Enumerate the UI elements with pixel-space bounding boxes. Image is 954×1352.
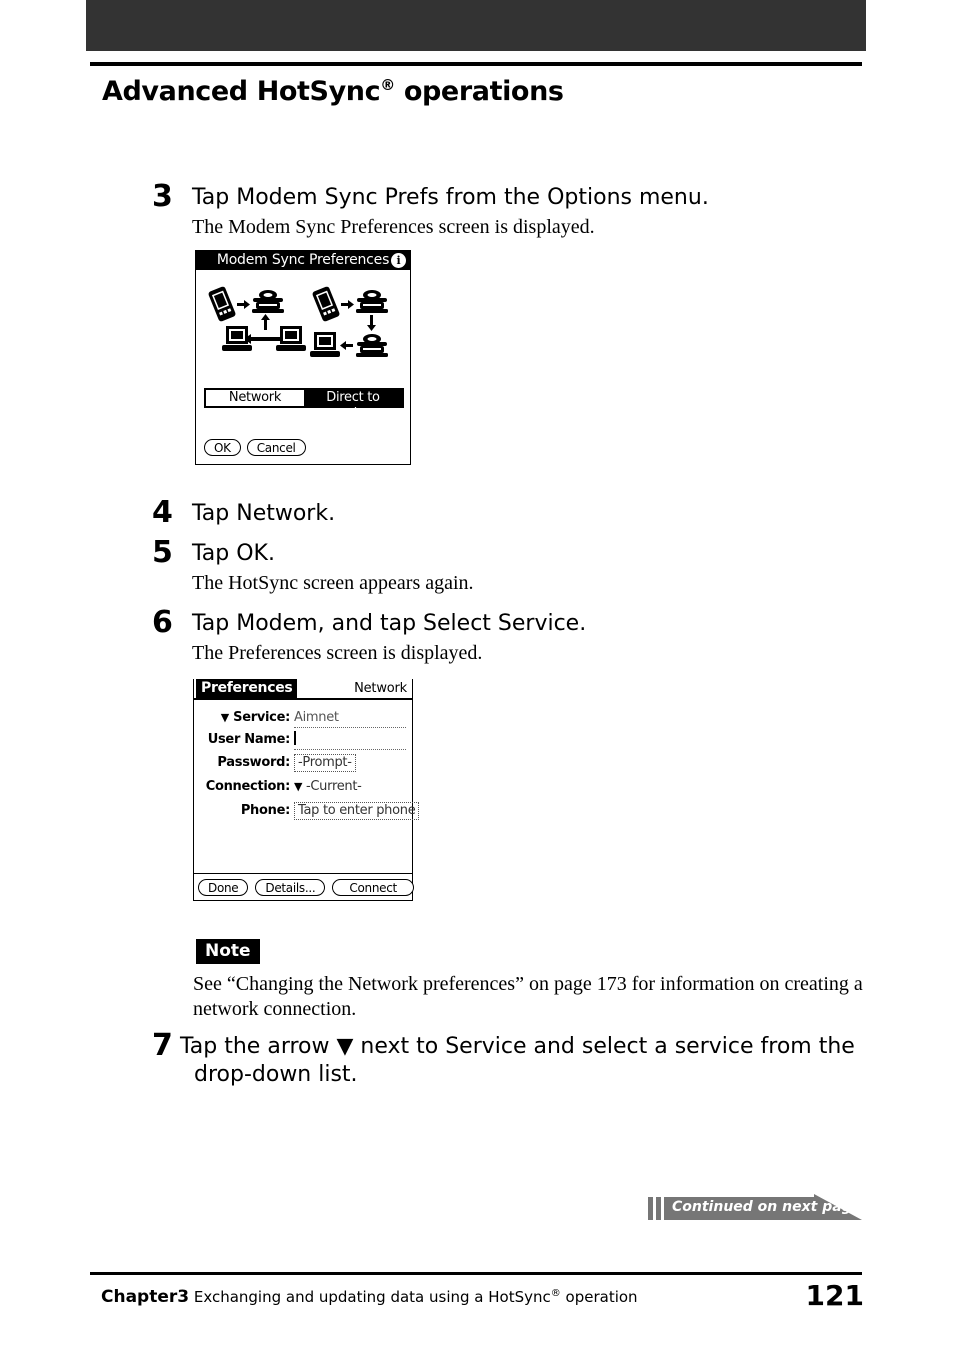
footer-description-post: operation bbox=[560, 1288, 638, 1306]
step-5-title: Tap OK. bbox=[192, 541, 275, 566]
step-6-subtitle: The Preferences screen is displayed. bbox=[192, 642, 483, 664]
modem-sync-titlebar: Modem Sync Preferences i bbox=[196, 251, 410, 270]
arrow-right-icon bbox=[341, 299, 354, 310]
details-button[interactable]: Details... bbox=[255, 879, 326, 896]
step-6-title: Tap Modem, and tap Select Service. bbox=[192, 611, 587, 636]
modem-sync-preferences-screenshot: Modem Sync Preferences i Network Direct … bbox=[195, 250, 411, 465]
computer-icon-left bbox=[222, 325, 252, 353]
password-label: Password: bbox=[217, 755, 290, 770]
registered-mark-icon: ® bbox=[550, 1288, 561, 1299]
modem-telephone-icon-bottom bbox=[354, 331, 390, 359]
step-3-number: 3 bbox=[152, 179, 173, 214]
preferences-category-label[interactable]: Network bbox=[354, 680, 407, 698]
field-row-connection: Connection: ▼ -Current- bbox=[194, 778, 412, 800]
field-row-phone: Phone: Tap to enter phone bbox=[194, 802, 420, 824]
field-row-service: ▼ Service: Aimnet bbox=[194, 709, 412, 731]
sync-mode-selector[interactable]: Network Direct to modem bbox=[204, 388, 404, 421]
ok-button[interactable]: OK bbox=[204, 439, 241, 456]
preferences-footer-rule bbox=[194, 873, 412, 874]
network-preferences-screenshot: Preferences Network ▼ Service: Aimnet Us… bbox=[193, 679, 420, 901]
arrow-down-icon bbox=[366, 315, 377, 331]
done-button[interactable]: Done bbox=[198, 879, 249, 896]
text-cursor-icon bbox=[294, 731, 296, 745]
computer-icon bbox=[310, 331, 340, 359]
continued-on-next-page-banner: Continued on next page bbox=[648, 1194, 862, 1226]
arrow-up-icon bbox=[260, 314, 271, 330]
modem-sync-diagrams bbox=[196, 281, 410, 386]
page-title: Advanced HotSync® operations bbox=[102, 76, 564, 107]
step-5-subtitle: The HotSync screen appears again. bbox=[192, 572, 474, 594]
connection-label: Connection: bbox=[205, 779, 291, 794]
password-value[interactable]: -Prompt- bbox=[294, 754, 356, 772]
modem-sync-title-text: Modem Sync Preferences bbox=[216, 252, 390, 268]
arrow-right-icon bbox=[237, 299, 250, 310]
service-label: ▼ Service: bbox=[220, 710, 291, 725]
note-line-1: See “Changing the Network preferences” o… bbox=[193, 973, 863, 995]
segment-network[interactable]: Network bbox=[206, 390, 304, 406]
phone-value[interactable]: Tap to enter phone bbox=[294, 802, 420, 820]
handheld-device-icon bbox=[310, 285, 342, 323]
username-label: User Name: bbox=[207, 732, 291, 747]
step-3-subtitle: The Modem Sync Preferences screen is dis… bbox=[192, 216, 595, 238]
network-sync-diagram bbox=[204, 281, 308, 381]
registered-mark-icon: ® bbox=[380, 76, 395, 94]
modem-telephone-icon-top bbox=[354, 287, 390, 315]
preferences-header: Preferences Network bbox=[194, 679, 412, 700]
info-icon[interactable]: i bbox=[391, 253, 406, 268]
arrow-left-icon bbox=[340, 340, 353, 351]
computer-icon-right bbox=[276, 325, 306, 353]
step-5-number: 5 bbox=[152, 535, 173, 570]
preferences-tab[interactable]: Preferences bbox=[196, 679, 298, 698]
step-4-number: 4 bbox=[152, 495, 173, 530]
handheld-device-icon bbox=[206, 285, 238, 323]
cancel-button[interactable]: Cancel bbox=[246, 439, 306, 456]
field-row-password: Password: -Prompt- bbox=[194, 754, 412, 776]
step-7-title: Tap the arrow ▼ next to Service and sele… bbox=[180, 1033, 860, 1089]
footer-chapter-line: Chapter3 Exchanging and updating data us… bbox=[101, 1286, 638, 1308]
page-number: 121 bbox=[805, 1279, 864, 1312]
page-title-main: Advanced HotSync bbox=[102, 76, 381, 107]
phone-label: Phone: bbox=[240, 803, 290, 818]
segment-direct-to-modem[interactable]: Direct to modem bbox=[304, 390, 402, 421]
chevron-down-icon[interactable]: ▼ bbox=[221, 711, 229, 724]
step-7-number: 7 bbox=[152, 1028, 173, 1063]
step-6-number: 6 bbox=[152, 605, 173, 640]
page-title-tail: operations bbox=[394, 76, 564, 107]
connect-button[interactable]: Connect bbox=[332, 879, 414, 896]
header-rule bbox=[90, 62, 862, 66]
step-3-title: Tap Modem Sync Prefs from the Options me… bbox=[192, 185, 709, 210]
footer-chapter: Chapter3 bbox=[101, 1287, 190, 1307]
step-7-title-line-2: drop-down list. bbox=[194, 1062, 358, 1087]
direct-to-modem-diagram bbox=[308, 281, 412, 381]
note-badge: Note bbox=[196, 939, 260, 964]
modem-sync-button-row: OK Cancel bbox=[204, 439, 306, 456]
preferences-button-row: Done Details... Connect bbox=[198, 879, 414, 896]
service-value[interactable]: Aimnet bbox=[294, 709, 406, 728]
modem-telephone-icon bbox=[250, 287, 286, 315]
footer-rule bbox=[90, 1272, 862, 1275]
footer-description-pre: Exchanging and updating data using a Hot… bbox=[189, 1288, 551, 1306]
chevron-down-icon[interactable]: ▼ bbox=[294, 780, 302, 793]
field-row-username: User Name: bbox=[194, 731, 412, 753]
connection-value[interactable]: ▼ -Current- bbox=[294, 778, 362, 796]
step-7-title-line-1: Tap the arrow ▼ next to Service and sele… bbox=[180, 1034, 855, 1059]
username-input[interactable] bbox=[294, 731, 406, 750]
note-text: See “Changing the Network preferences” o… bbox=[193, 972, 865, 1022]
page-top-banner bbox=[86, 0, 866, 51]
step-4-title: Tap Network. bbox=[192, 501, 336, 526]
note-line-2: network connection. bbox=[193, 998, 357, 1020]
continued-label: Continued on next page bbox=[672, 1199, 862, 1215]
